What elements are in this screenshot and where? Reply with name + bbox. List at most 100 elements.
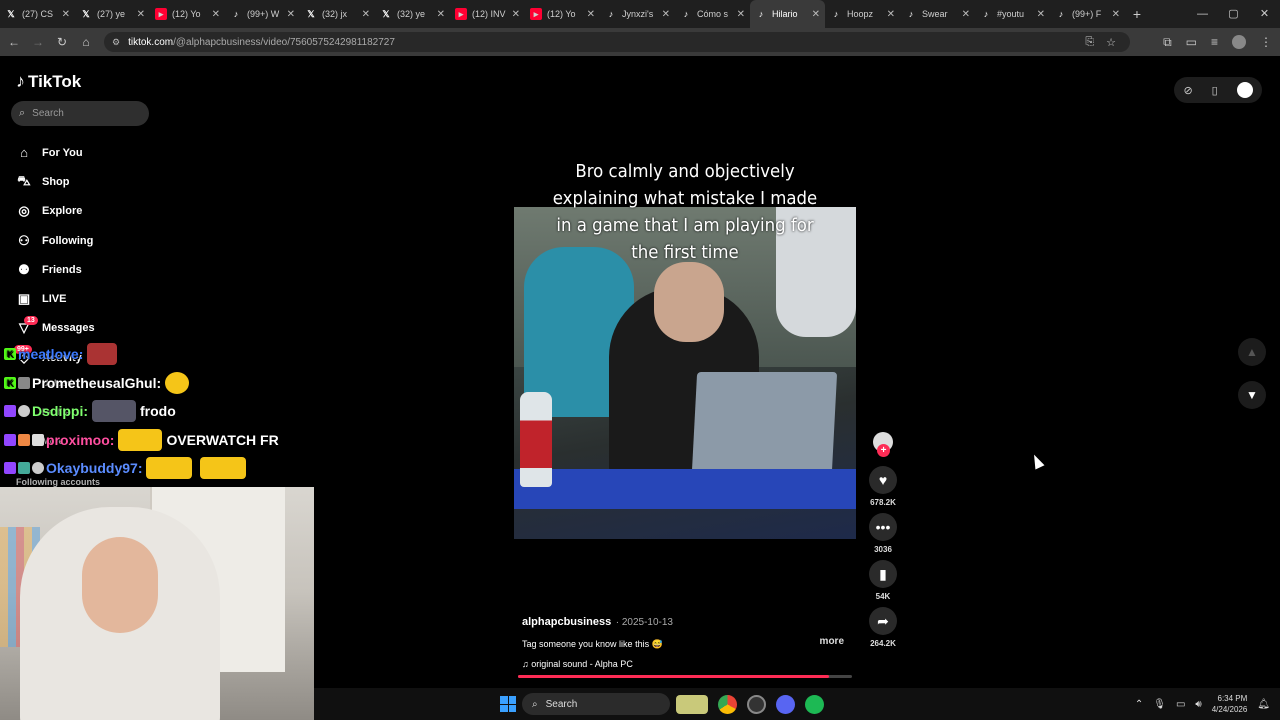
- browser-tab[interactable]: 𝕏 (32) ye ✕: [375, 0, 450, 28]
- notification-icon[interactable]: 🔔︎: [1257, 699, 1270, 710]
- follow-plus-icon[interactable]: +: [877, 444, 890, 457]
- volume-icon[interactable]: 🔊︎: [1195, 699, 1201, 710]
- device-icon[interactable]: ▯: [1212, 84, 1218, 97]
- tab-close-icon[interactable]: ✕: [887, 9, 895, 20]
- home-button-icon[interactable]: ⌂: [74, 35, 98, 49]
- tiktok-logo[interactable]: ♪ TikTok: [16, 71, 81, 92]
- sidebar-item-friends[interactable]: ⚉ Friends: [16, 255, 95, 284]
- menu-kebab-icon[interactable]: ⋮: [1260, 35, 1272, 49]
- youtube-icon: ▸: [530, 8, 542, 20]
- share-button[interactable]: ➦ 264.2K: [866, 607, 900, 648]
- webcam-person: [20, 507, 220, 720]
- sidebar-item-explore[interactable]: ◎ Explore: [16, 197, 95, 226]
- install-app-icon[interactable]: ⎘: [1085, 36, 1094, 49]
- tiktok-icon: ♪: [833, 9, 839, 19]
- taskbar-search[interactable]: ⌕ Search: [522, 693, 670, 715]
- profile-avatar-icon[interactable]: [1232, 35, 1246, 49]
- tab-close-icon[interactable]: ✕: [662, 9, 670, 20]
- bookmark-star-icon[interactable]: ☆: [1106, 36, 1116, 49]
- windows-start-icon[interactable]: [500, 696, 516, 712]
- tab-title: #youtu: [997, 9, 1025, 19]
- sidebar-item-following[interactable]: ⚇ Following: [16, 226, 95, 255]
- browser-tab[interactable]: 𝕏 (27) CS ✕: [0, 0, 75, 28]
- forward-icon[interactable]: →: [26, 35, 50, 49]
- network-icon[interactable]: ▭: [1176, 699, 1185, 710]
- compass-mode-icon[interactable]: ⊘: [1183, 84, 1192, 97]
- browser-tab[interactable]: ♪ Hilario ✕: [750, 0, 825, 28]
- previous-video-button[interactable]: ▲: [1238, 338, 1266, 366]
- browser-tab[interactable]: ▸ (12) INV ✕: [450, 0, 525, 28]
- widget-icon[interactable]: [676, 695, 708, 714]
- spotify-icon[interactable]: [805, 695, 824, 714]
- sidebar-item-shop[interactable]: ⛍ Shop: [16, 167, 95, 196]
- tab-close-icon[interactable]: ✕: [1037, 9, 1045, 20]
- browser-tab[interactable]: ♪ (99+) W ✕: [225, 0, 300, 28]
- close-window-icon[interactable]: ✕: [1249, 0, 1280, 28]
- browser-tab[interactable]: ♪ Jynxzi's ✕: [600, 0, 675, 28]
- tiktok-note-icon: ♪: [16, 71, 25, 91]
- sound-link[interactable]: ♫ original sound - Alpha PC: [522, 659, 852, 669]
- maximize-icon[interactable]: ▢: [1218, 0, 1249, 28]
- chrome-icon[interactable]: [718, 695, 737, 714]
- sidebar-item-live[interactable]: ▣ LIVE: [16, 284, 95, 313]
- minimize-icon[interactable]: —: [1187, 0, 1218, 28]
- back-icon[interactable]: ←: [2, 35, 26, 49]
- save-button[interactable]: ▮ 54K: [866, 560, 900, 601]
- tab-close-icon[interactable]: ✕: [62, 9, 70, 20]
- emote-icon: [87, 343, 118, 366]
- extensions-icon[interactable]: ⧉: [1163, 35, 1172, 50]
- browser-tab[interactable]: ♪ Cómo s ✕: [675, 0, 750, 28]
- tab-close-icon[interactable]: ✕: [812, 9, 820, 20]
- like-button[interactable]: ♥ 678.2K: [866, 466, 900, 507]
- chat-username: Dsdippi:: [32, 403, 88, 420]
- chat-badge-icon: [4, 405, 16, 418]
- search-box[interactable]: ⌕: [11, 101, 149, 126]
- author-link[interactable]: alphapcbusiness: [522, 616, 611, 628]
- browser-tab[interactable]: ♪ (99+) F ✕: [1050, 0, 1125, 28]
- tab-close-icon[interactable]: ✕: [137, 9, 145, 20]
- chat-badge-icon: [32, 433, 44, 446]
- creator-avatar[interactable]: +: [873, 432, 893, 457]
- tab-close-icon[interactable]: ✕: [512, 9, 520, 20]
- tab-close-icon[interactable]: ✕: [587, 9, 595, 20]
- taskbar-clock[interactable]: 6:34 PM 4/24/2026: [1212, 693, 1248, 715]
- media-controls-icon[interactable]: ≡: [1211, 35, 1218, 49]
- browser-tab[interactable]: ♪ #youtu ✕: [975, 0, 1050, 28]
- reload-icon[interactable]: ↻: [50, 35, 74, 49]
- tab-title: (12) INV: [472, 9, 506, 19]
- theme-toggle[interactable]: [1236, 82, 1253, 98]
- browser-tab[interactable]: ▸ (12) Yo ✕: [150, 0, 225, 28]
- browser-tab[interactable]: ♪ Swear ✕: [900, 0, 975, 28]
- browser-tab[interactable]: ♪ Hoopz ✕: [825, 0, 900, 28]
- search-input[interactable]: [32, 108, 133, 119]
- video-progress-bar[interactable]: [518, 675, 852, 678]
- comment-button[interactable]: ••• 3036: [866, 513, 900, 554]
- tab-close-icon[interactable]: ✕: [287, 9, 295, 20]
- tab-close-icon[interactable]: ✕: [1112, 9, 1120, 20]
- tab-close-icon[interactable]: ✕: [737, 9, 745, 20]
- discord-icon[interactable]: [776, 695, 795, 714]
- mic-icon[interactable]: 🎙︎: [1153, 699, 1166, 710]
- browser-tab[interactable]: 𝕏 (32) jx ✕: [300, 0, 375, 28]
- site-info-icon[interactable]: ⚙: [112, 37, 120, 48]
- cast-icon[interactable]: ▭: [1186, 35, 1197, 49]
- tab-close-icon[interactable]: ✕: [437, 9, 445, 20]
- address-bar[interactable]: ⚙ tiktok.com/@alphapcbusiness/video/7560…: [104, 32, 1130, 52]
- duck-emote-icon: [165, 371, 190, 394]
- sidebar-item-for-you[interactable]: ⌂ For You: [16, 138, 95, 167]
- obs-icon[interactable]: [747, 695, 766, 714]
- tab-close-icon[interactable]: ✕: [962, 9, 970, 20]
- new-tab-icon[interactable]: +: [1125, 6, 1149, 22]
- more-button[interactable]: more: [820, 636, 844, 647]
- like-count: 678.2K: [870, 498, 896, 507]
- chat-message-text: OVERWATCH FR: [166, 431, 279, 448]
- video-scene-face: [654, 262, 724, 342]
- browser-tab[interactable]: 𝕏 (27) ye ✕: [75, 0, 150, 28]
- tray-chevron-icon[interactable]: ⌃: [1135, 699, 1143, 710]
- tab-close-icon[interactable]: ✕: [212, 9, 220, 20]
- sidebar-item-messages[interactable]: ▽ 13 Messages: [16, 314, 95, 343]
- browser-tab[interactable]: ▸ (12) Yo ✕: [525, 0, 600, 28]
- tab-close-icon[interactable]: ✕: [362, 9, 370, 20]
- next-video-button[interactable]: ▼: [1238, 381, 1266, 409]
- creator-avatar-button[interactable]: +: [866, 432, 900, 457]
